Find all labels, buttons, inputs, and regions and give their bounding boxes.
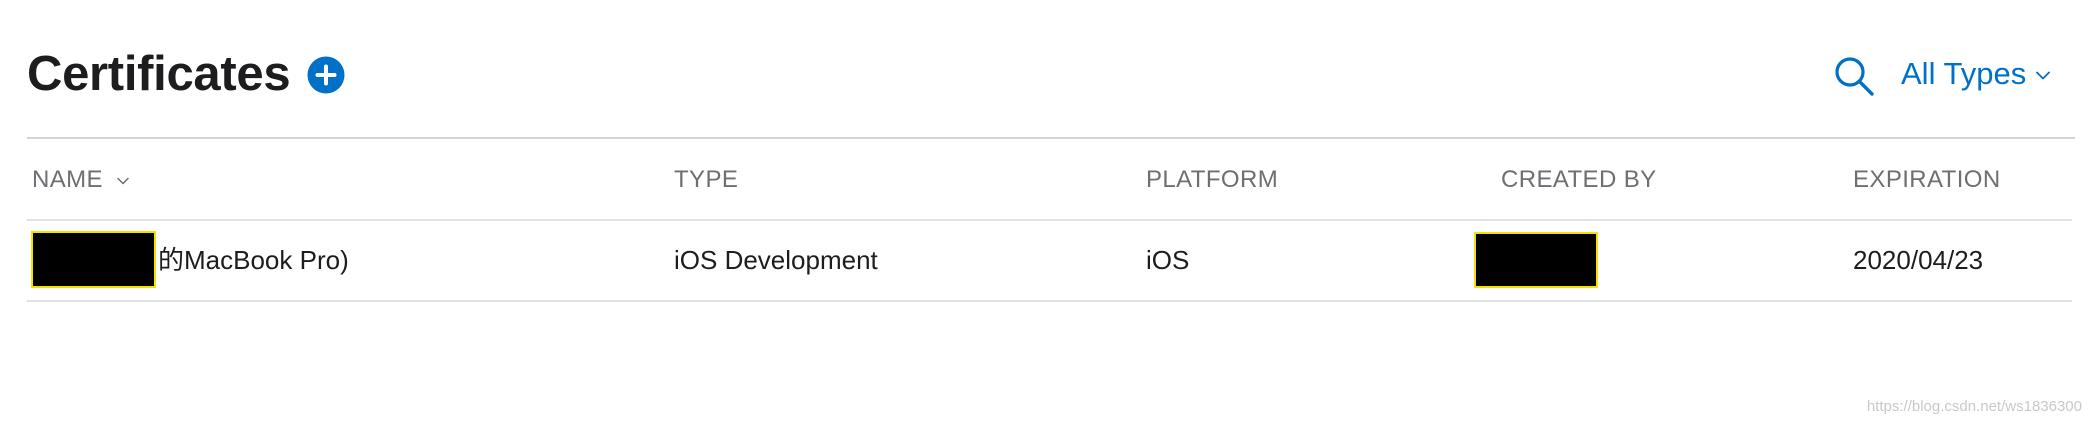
column-header-type[interactable]: TYPE: [674, 150, 738, 210]
table-header: NAME TYPE PLATFORM CREATED BY EXPIRATION: [0, 150, 2092, 210]
column-header-label: EXPIRATION: [1853, 166, 2001, 193]
page-title: Certificates: [27, 47, 291, 101]
redacted-created-by-box: [1474, 232, 1598, 288]
column-header-platform[interactable]: PLATFORM: [1146, 150, 1278, 210]
add-certificate-button[interactable]: [307, 56, 345, 94]
certificate-row[interactable]: 的MacBook Pro) iOS Development iOS 2020/0…: [0, 221, 2092, 300]
column-header-label: TYPE: [674, 166, 739, 193]
cell-name: 的MacBook Pro): [158, 245, 349, 275]
search-icon: [1835, 57, 1874, 96]
redacted-name-box: [31, 231, 156, 288]
plus-circle-icon: [307, 56, 345, 94]
cell-expiration: 2020/04/23: [1853, 245, 1984, 275]
column-header-created-by[interactable]: CREATED BY: [1501, 150, 1657, 210]
column-header-expiration[interactable]: EXPIRATION: [1853, 150, 2001, 210]
column-header-label: PLATFORM: [1146, 166, 1279, 193]
watermark-url: https://blog.csdn.net/ws1836300: [1866, 398, 2082, 415]
table-divider: [27, 300, 2072, 302]
type-filter-label: All Types: [1901, 56, 2027, 91]
column-header-label: CREATED BY: [1501, 166, 1657, 193]
cell-type: iOS Development: [674, 245, 878, 275]
cell-platform: iOS: [1146, 245, 1190, 275]
search-button[interactable]: [1832, 52, 1876, 96]
type-filter-dropdown[interactable]: All Types: [1901, 52, 2051, 96]
column-header-label: NAME: [32, 166, 103, 193]
sort-chevron-down-icon: [117, 177, 129, 185]
header-divider: [27, 137, 2075, 139]
column-header-name[interactable]: NAME: [32, 150, 129, 210]
chevron-down-icon: [2036, 71, 2051, 80]
